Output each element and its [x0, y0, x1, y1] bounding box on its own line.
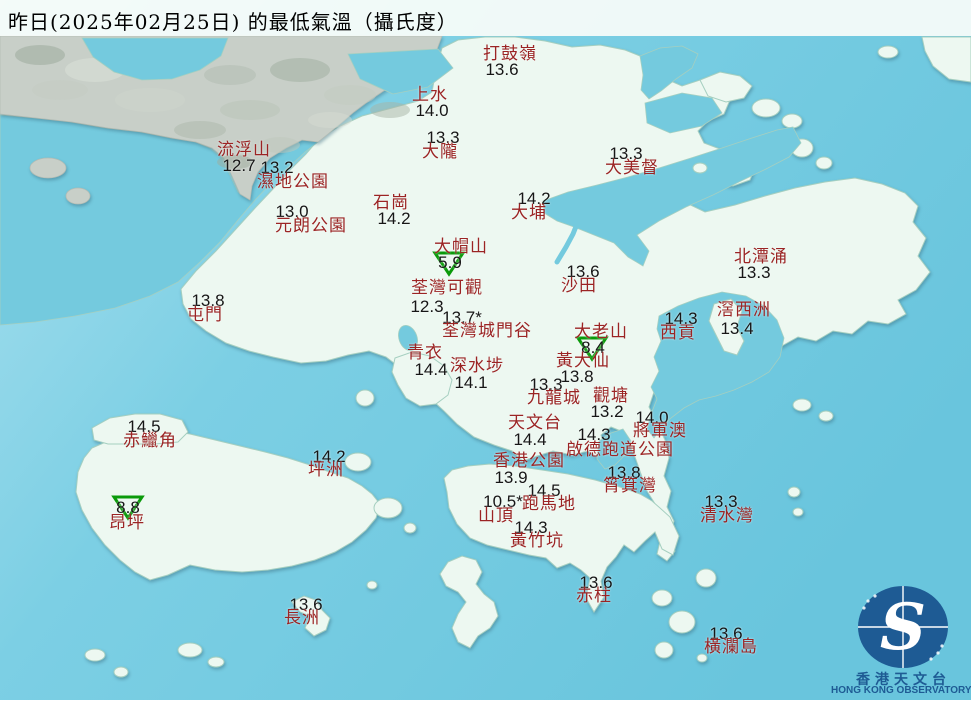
station-name: 大埔 [511, 203, 547, 223]
station-name: 濕地公園 [257, 172, 329, 192]
station-name: 赤柱 [576, 586, 612, 606]
station-name: 大帽山 [434, 237, 488, 257]
station-name: 筲箕灣 [603, 476, 657, 496]
station-name: 荃灣可觀 [411, 278, 483, 298]
station-name: 黃竹坑 [510, 531, 564, 551]
page-title: 昨日(2025年02月25日) 的最低氣溫（攝氏度） [8, 10, 458, 34]
station-name: 昂坪 [109, 513, 145, 533]
station-value: 14.2 [377, 209, 411, 228]
station-value: 13.9 [494, 468, 528, 487]
station-name: 坪洲 [308, 460, 344, 480]
station-value: 13.4 [720, 319, 754, 338]
station-value: 13.8 [560, 367, 594, 386]
station-name: 屯門 [187, 305, 223, 325]
station-name: 流浮山 [217, 140, 271, 160]
station-name: 黃大仙 [556, 351, 610, 371]
station-name: 清水灣 [700, 506, 754, 526]
station-name: 山頂 [478, 506, 514, 526]
station-name: 將軍澳 [633, 421, 687, 441]
station-name: 跑馬地 [522, 494, 576, 514]
station-value: 14.4 [513, 430, 547, 449]
station-name: 大美督 [605, 158, 659, 178]
station-name: 打鼓嶺 [483, 44, 537, 64]
station-name: 橫瀾島 [704, 637, 758, 657]
station-name: 大隴 [422, 142, 458, 162]
station-name: 西貢 [660, 323, 696, 343]
min-temperature-map: 13.6 打鼓嶺 14.0 上水 13.3 大隴 12.7 流浮山 13.2 濕地公園 13.0 元朗… [0, 0, 971, 700]
station-label-layer: 13.6 打鼓嶺 14.0 上水 13.3 大隴 12.7 流浮山 13.2 濕地公園 13.0 元朗… [0, 0, 971, 700]
station-name: 九龍城 [527, 388, 581, 408]
station-name: 赤鱲角 [123, 431, 177, 451]
station-value: 14.0 [415, 101, 449, 120]
station-name: 天文台 [508, 413, 562, 433]
station-value: 13.6 [485, 60, 519, 79]
station-name: 荃灣城門谷 [442, 321, 532, 341]
station-name: 元朗公園 [275, 216, 347, 236]
station-value: 12.7 [222, 156, 256, 175]
station-name: 啟德跑道公園 [566, 440, 674, 460]
station-name: 大老山 [574, 322, 628, 342]
station-name: 上水 [412, 85, 448, 105]
station-name: 觀塘 [593, 386, 629, 406]
station-name: 長洲 [284, 608, 320, 628]
station-name: 滘西洲 [717, 300, 771, 320]
title-bar: 昨日(2025年02月25日) 的最低氣溫（攝氏度） [0, 0, 971, 36]
station-name: 石崗 [373, 193, 409, 213]
station-value: 13.2 [590, 402, 624, 421]
station-name: 香港公園 [493, 451, 565, 471]
station-value: 14.1 [454, 373, 488, 392]
station-value: 14.4 [414, 360, 448, 379]
svg-text:S: S [880, 590, 926, 665]
station-name: 北潭涌 [734, 247, 788, 267]
station-name: 青衣 [407, 343, 443, 363]
station-value: 13.3 [737, 263, 771, 282]
station-name: 沙田 [561, 276, 597, 296]
station-name: 深水埗 [450, 356, 504, 376]
station-value: 12.3 [410, 297, 444, 316]
hko-logo: S 香港天文台 HONG KONG OBSERVATORY [831, 583, 971, 697]
station-value: 5.9 [438, 253, 462, 272]
hko-logo-name-en: HONG KONG OBSERVATORY [831, 685, 971, 696]
